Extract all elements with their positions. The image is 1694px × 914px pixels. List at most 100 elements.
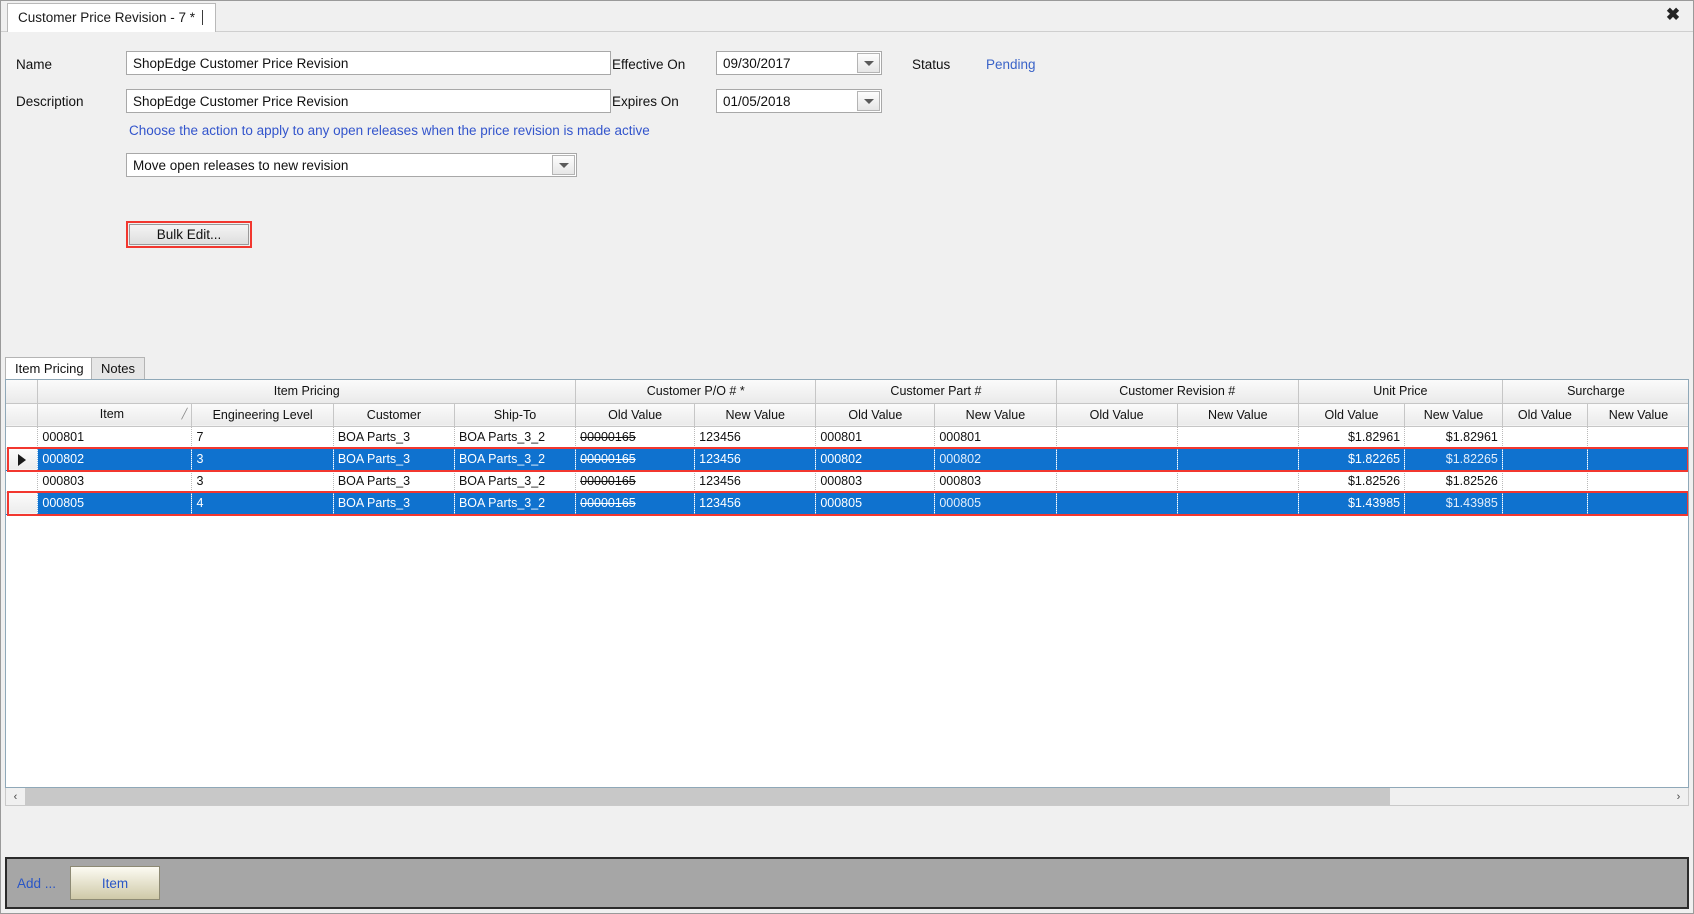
close-icon[interactable]: ✖ — [1661, 3, 1685, 27]
group-header-customer-part[interactable]: Customer Part # — [815, 380, 1057, 404]
cell-ship-to[interactable]: BOA Parts_3_2 — [454, 470, 577, 493]
group-header-customer-revision[interactable]: Customer Revision # — [1056, 380, 1299, 404]
column-header-ship-to[interactable]: Ship-To — [454, 403, 577, 427]
scroll-right-icon[interactable]: › — [1669, 788, 1688, 805]
cell-engineering-level[interactable]: 3 — [191, 448, 334, 471]
cell-ship-to[interactable]: BOA Parts_3_2 — [454, 492, 577, 515]
column-header-customer[interactable]: Customer — [333, 403, 455, 427]
cell-customer[interactable]: BOA Parts_3 — [333, 492, 455, 515]
cell-sur-old[interactable] — [1502, 426, 1588, 449]
cell-sur-new[interactable] — [1587, 492, 1688, 515]
cell-po-new[interactable]: 123456 — [694, 492, 817, 515]
chevron-down-icon[interactable] — [552, 155, 575, 175]
description-input[interactable] — [126, 89, 611, 113]
cell-customer[interactable]: BOA Parts_3 — [333, 448, 455, 471]
column-header-po-new-value[interactable]: New Value — [694, 403, 817, 427]
cell-po-new[interactable]: 123456 — [694, 448, 817, 471]
bulk-edit-button[interactable]: Bulk Edit... — [129, 224, 249, 245]
cell-item[interactable]: 000805 — [37, 492, 193, 515]
row-indicator-cell[interactable] — [6, 448, 39, 471]
column-header-surcharge-new-value[interactable]: New Value — [1587, 403, 1688, 427]
name-input[interactable] — [126, 51, 611, 75]
cell-part-new[interactable]: 000802 — [934, 448, 1057, 471]
cell-sur-new[interactable] — [1587, 426, 1688, 449]
chevron-down-icon[interactable] — [857, 91, 880, 111]
cell-sur-new[interactable] — [1587, 448, 1688, 471]
cell-item[interactable]: 000802 — [37, 448, 193, 471]
cell-part-old[interactable]: 000803 — [815, 470, 936, 493]
cell-part-old[interactable]: 000805 — [815, 492, 936, 515]
cell-po-old[interactable]: 00000165 — [575, 426, 696, 449]
cell-sur-old[interactable] — [1502, 448, 1588, 471]
cell-po-old[interactable]: 00000165 — [575, 492, 696, 515]
column-header-price-old-value[interactable]: Old Value — [1298, 403, 1406, 427]
group-header-customer-po[interactable]: Customer P/O # * — [575, 380, 817, 404]
cell-rev-new[interactable] — [1177, 470, 1299, 493]
cell-rev-old[interactable] — [1056, 492, 1178, 515]
cell-price-new[interactable]: $1.43985 — [1404, 492, 1503, 515]
cell-ship-to[interactable]: BOA Parts_3_2 — [454, 448, 577, 471]
column-header-part-new-value[interactable]: New Value — [934, 403, 1057, 427]
cell-price-new[interactable]: $1.82526 — [1404, 470, 1503, 493]
group-header-unit-price[interactable]: Unit Price — [1298, 380, 1503, 404]
column-header-rev-old-value[interactable]: Old Value — [1056, 403, 1178, 427]
cell-po-new[interactable]: 123456 — [694, 470, 817, 493]
table-row[interactable]: 000801 7 BOA Parts_3 BOA Parts_3_2 00000165 1… — [6, 426, 1688, 449]
cell-engineering-level[interactable]: 7 — [191, 426, 334, 449]
cell-sur-old[interactable] — [1502, 470, 1588, 493]
open-release-action-select[interactable]: Move open releases to new revision — [126, 153, 577, 177]
tab-notes[interactable]: Notes — [91, 357, 145, 379]
cell-ship-to[interactable]: BOA Parts_3_2 — [454, 426, 577, 449]
column-header-price-new-value[interactable]: New Value — [1404, 403, 1503, 427]
add-item-button[interactable]: Item — [70, 866, 161, 900]
table-row[interactable]: 000805 4 BOA Parts_3 BOA Parts_3_2 00000165 1… — [6, 492, 1688, 515]
row-indicator-cell[interactable] — [6, 426, 39, 449]
cell-part-new[interactable]: 000805 — [934, 492, 1057, 515]
document-tab[interactable]: Customer Price Revision - 7 * — [7, 3, 217, 32]
expires-on-datepicker[interactable]: 01/05/2018 — [716, 89, 882, 113]
row-indicator-cell[interactable] — [6, 492, 39, 515]
cell-po-old[interactable]: 00000165 — [575, 448, 696, 471]
cell-engineering-level[interactable]: 3 — [191, 470, 334, 493]
cell-part-new[interactable]: 000803 — [934, 470, 1057, 493]
column-header-item[interactable]: Item ╱ — [37, 403, 193, 427]
effective-on-datepicker[interactable]: 09/30/2017 — [716, 51, 882, 75]
group-header-item-pricing[interactable]: Item Pricing — [37, 380, 577, 404]
cell-sur-new[interactable] — [1587, 470, 1688, 493]
scroll-left-icon[interactable]: ‹ — [6, 788, 25, 805]
column-header-po-old-value[interactable]: Old Value — [575, 403, 696, 427]
scrollbar-thumb[interactable] — [25, 788, 1390, 805]
cell-item[interactable]: 000801 — [37, 426, 193, 449]
table-row[interactable]: 000802 3 BOA Parts_3 BOA Parts_3_2 00000165 1… — [6, 448, 1688, 471]
cell-price-old[interactable]: $1.43985 — [1298, 492, 1406, 515]
cell-price-new[interactable]: $1.82265 — [1404, 448, 1503, 471]
group-header-surcharge[interactable]: Surcharge — [1502, 380, 1688, 404]
cell-po-new[interactable]: 123456 — [694, 426, 817, 449]
cell-rev-new[interactable] — [1177, 426, 1299, 449]
table-row[interactable]: 000803 3 BOA Parts_3 BOA Parts_3_2 00000165 1… — [6, 470, 1688, 493]
column-header-engineering-level[interactable]: Engineering Level — [191, 403, 334, 427]
cell-rev-old[interactable] — [1056, 470, 1178, 493]
cell-part-new[interactable]: 000801 — [934, 426, 1057, 449]
cell-customer[interactable]: BOA Parts_3 — [333, 470, 455, 493]
cell-po-old[interactable]: 00000165 — [575, 470, 696, 493]
chevron-down-icon[interactable] — [857, 53, 880, 73]
cell-price-new[interactable]: $1.82961 — [1404, 426, 1503, 449]
cell-engineering-level[interactable]: 4 — [191, 492, 334, 515]
cell-rev-new[interactable] — [1177, 448, 1299, 471]
cell-rev-old[interactable] — [1056, 426, 1178, 449]
cell-rev-old[interactable] — [1056, 448, 1178, 471]
cell-price-old[interactable]: $1.82526 — [1298, 470, 1406, 493]
cell-price-old[interactable]: $1.82961 — [1298, 426, 1406, 449]
cell-price-old[interactable]: $1.82265 — [1298, 448, 1406, 471]
cell-part-old[interactable]: 000802 — [815, 448, 936, 471]
cell-sur-old[interactable] — [1502, 492, 1588, 515]
tab-item-pricing[interactable]: Item Pricing — [5, 357, 94, 379]
grid-horizontal-scrollbar[interactable]: ‹ › — [5, 788, 1689, 806]
add-link[interactable]: Add ... — [17, 876, 56, 891]
column-header-rev-new-value[interactable]: New Value — [1177, 403, 1299, 427]
row-indicator-cell[interactable] — [6, 470, 39, 493]
cell-item[interactable]: 000803 — [37, 470, 193, 493]
cell-rev-new[interactable] — [1177, 492, 1299, 515]
cell-customer[interactable]: BOA Parts_3 — [333, 426, 455, 449]
